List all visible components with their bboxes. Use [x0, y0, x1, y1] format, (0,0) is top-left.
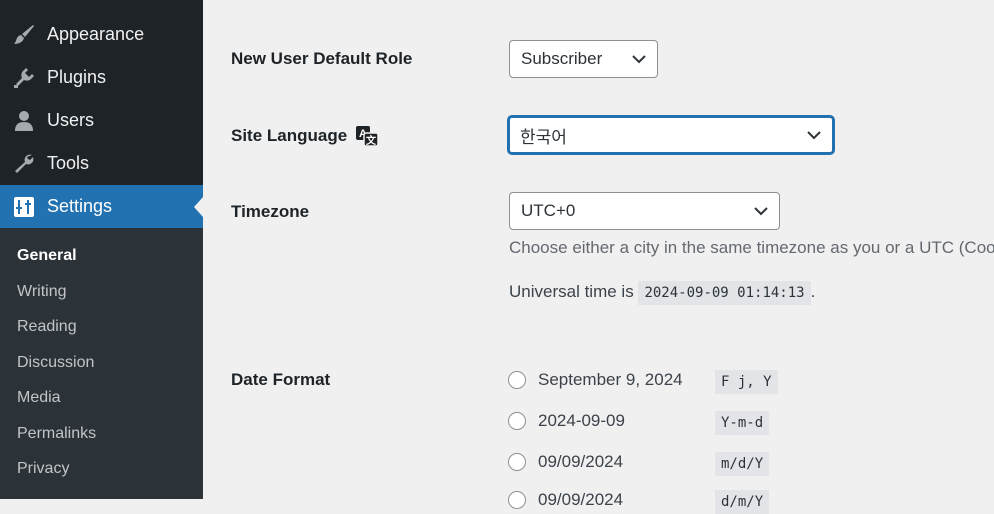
date-format-label-text: Date Format [231, 370, 331, 389]
date-format-display: 09/09/2024 [538, 490, 624, 509]
menu-item-settings[interactable]: Settings [0, 185, 203, 228]
date-format-option[interactable]: 2024-09-09 Y-m-d [508, 411, 770, 435]
wrench-icon [12, 152, 36, 176]
menu-label-plugins: Plugins [47, 67, 107, 87]
date-format-code: d/m/Y [715, 490, 770, 514]
chevron-down-icon [754, 207, 768, 216]
chevron-down-icon [632, 55, 646, 64]
menu-label-users: Users [47, 110, 95, 130]
submenu-writing[interactable]: Writing [17, 283, 67, 301]
date-format-radio[interactable] [508, 453, 526, 471]
date-format-radio[interactable] [508, 412, 526, 430]
default-role-select[interactable]: Subscriber [509, 40, 658, 78]
site-language-label-text: Site Language [231, 126, 348, 145]
date-format-display: September 9, 2024 [538, 370, 683, 389]
universal-time-line: Universal time is 2024-09-09 01:14:13. [509, 281, 816, 305]
submenu-privacy[interactable]: Privacy [17, 460, 69, 478]
menu-item-appearance[interactable]: Appearance [0, 13, 203, 56]
translation-icon: A 文 [356, 126, 379, 147]
timezone-label: Timezone [231, 202, 309, 222]
date-format-radio[interactable] [508, 371, 526, 389]
timezone-select[interactable]: UTC+0 [509, 192, 780, 230]
menu-item-plugins[interactable]: Plugins [0, 56, 203, 99]
default-role-value: Subscriber [521, 49, 603, 68]
date-format-radio[interactable] [508, 491, 526, 509]
submenu-general[interactable]: General [17, 247, 77, 265]
submenu-discussion[interactable]: Discussion [17, 354, 94, 372]
universal-time-prefix: Universal time is [509, 282, 634, 301]
site-language-select[interactable]: 한국어 [508, 116, 834, 154]
menu-label-tools: Tools [47, 153, 90, 173]
default-role-label-text: New User Default Role [231, 49, 413, 68]
timezone-label-text: Timezone [231, 202, 310, 221]
svg-text:文: 文 [366, 134, 377, 147]
date-format-option[interactable]: 09/09/2024 m/d/Y [508, 452, 770, 476]
site-language-value: 한국어 [520, 127, 567, 147]
universal-time-value: 2024-09-09 01:14:13 [638, 281, 811, 305]
paintbrush-icon [12, 23, 36, 47]
menu-label-appearance: Appearance [47, 24, 145, 44]
settings-icon [12, 195, 36, 219]
universal-time-suffix: . [810, 282, 816, 301]
date-format-code: F j, Y [715, 370, 778, 394]
date-format-code: Y-m-d [715, 411, 770, 435]
date-format-display: 2024-09-09 [538, 411, 625, 430]
user-icon [12, 109, 36, 133]
menu-item-users[interactable]: Users [0, 99, 203, 142]
timezone-description: Choose either a city in the same timezon… [509, 238, 994, 257]
timezone-value: UTC+0 [521, 201, 576, 220]
date-format-display: 09/09/2024 [538, 452, 624, 471]
submenu-media[interactable]: Media [17, 389, 61, 407]
chevron-down-icon [807, 131, 821, 140]
date-format-option[interactable]: 09/09/2024 d/m/Y [508, 490, 770, 514]
settings-submenu: General Writing Reading Discussion Media… [0, 228, 203, 499]
site-language-label: Site Language A 文 [231, 125, 379, 147]
default-role-label: New User Default Role [231, 49, 412, 69]
submenu-reading[interactable]: Reading [17, 318, 77, 336]
submenu-permalinks[interactable]: Permalinks [17, 425, 96, 443]
menu-item-tools[interactable]: Tools [0, 142, 203, 185]
date-format-option[interactable]: September 9, 2024 F j, Y [508, 370, 778, 394]
date-format-label: Date Format [231, 370, 330, 390]
menu-label-settings: Settings [47, 196, 113, 216]
date-format-code: m/d/Y [715, 452, 770, 476]
plug-icon [12, 66, 36, 90]
admin-sidebar: Appearance Plugins Users Tools Settings … [0, 0, 203, 499]
